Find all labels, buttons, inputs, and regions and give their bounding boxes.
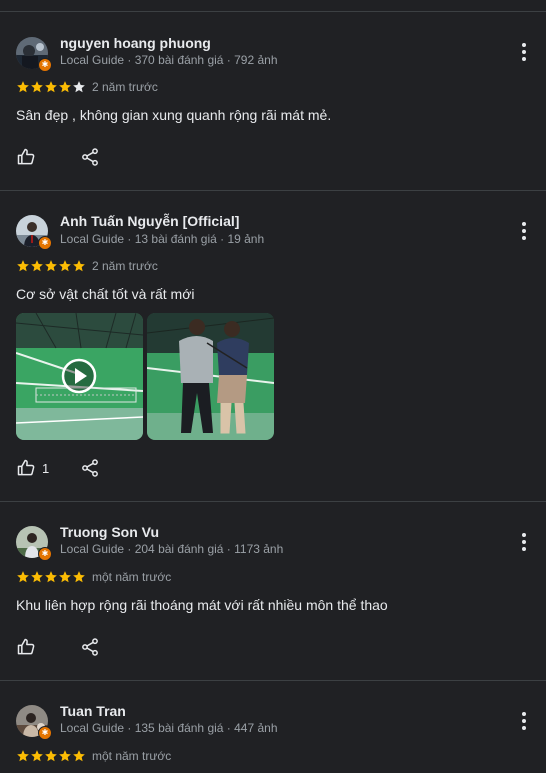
reviewer-meta: Local Guide · 204 bài đánh giá · 1173 ản… [60,542,284,556]
review-photo[interactable] [147,313,274,440]
star-icon [44,570,58,584]
like-button[interactable]: 1 [16,458,49,478]
share-icon[interactable] [80,147,100,167]
like-button[interactable] [16,147,36,167]
more-options-button[interactable] [514,221,534,241]
more-options-button[interactable] [514,532,534,552]
share-icon[interactable] [80,637,100,657]
reviewer-name[interactable]: Anh Tuấn Nguyễn [Official] [60,213,239,229]
local-guide-badge-icon: ✱ [38,726,52,740]
review-text: Cơ sở vật chất tốt và rất mới [16,286,195,302]
reviewer-name[interactable]: Tuan Tran [60,703,126,719]
review-video-thumbnail[interactable] [16,313,143,440]
like-count: 1 [42,460,50,476]
reviewer-name[interactable]: nguyen hoang phuong [60,35,211,51]
star-icon [16,80,30,94]
star-icon [58,259,72,273]
star-icon [16,259,30,273]
more-options-button[interactable] [514,711,534,731]
like-button[interactable] [16,637,36,657]
local-guide-badge-icon: ✱ [38,547,52,561]
review-text: Sân đẹp , không gian xung quanh rộng rãi… [16,107,332,123]
reviewer-avatar[interactable]: ✱ [16,526,52,561]
review-divider [0,501,546,502]
review-time: 2 năm trước [92,80,158,94]
star-icon [58,80,72,94]
star-icon [58,749,72,763]
players-photo-image [147,313,274,440]
local-guide-badge-icon: ✱ [38,236,52,250]
reviewer-avatar[interactable]: ✱ [16,37,52,72]
more-options-button[interactable] [514,42,534,62]
thumb-up-icon [16,147,36,167]
star-icon [44,259,58,273]
review-divider [0,190,546,191]
thumb-up-icon [16,637,36,657]
star-icon [16,749,30,763]
review-time: 2 năm trước [92,259,158,273]
star-icon [44,80,58,94]
local-guide-badge-icon: ✱ [38,58,52,72]
review-divider [0,680,546,681]
reviewer-name[interactable]: Truong Son Vu [60,524,159,540]
star-icon [72,749,86,763]
share-icon[interactable] [80,458,100,478]
review-time: một năm trước [92,749,172,763]
star-icon [30,259,44,273]
star-icon [30,749,44,763]
star-rating [16,259,86,273]
star-icon [72,570,86,584]
play-icon[interactable] [61,358,97,394]
star-icon [58,570,72,584]
star-icon [72,259,86,273]
review-time: một năm trước [92,570,172,584]
top-divider [0,11,546,12]
star-icon [30,570,44,584]
star-icon [16,570,30,584]
thumb-up-icon [16,458,36,478]
reviewer-meta: Local Guide · 135 bài đánh giá · 447 ảnh [60,721,278,735]
star-rating [16,570,86,584]
reviewer-meta: Local Guide · 13 bài đánh giá · 19 ảnh [60,232,265,246]
reviewer-meta: Local Guide · 370 bài đánh giá · 792 ảnh [60,53,278,67]
star-rating [16,80,86,94]
star-rating [16,749,86,763]
review-text: Khu liên hợp rộng rãi thoáng mát với rất… [16,597,388,613]
star-icon [44,749,58,763]
star-empty-icon [72,80,86,94]
reviewer-avatar[interactable]: ✱ [16,705,52,740]
reviewer-avatar[interactable]: ✱ [16,215,52,250]
star-icon [30,80,44,94]
